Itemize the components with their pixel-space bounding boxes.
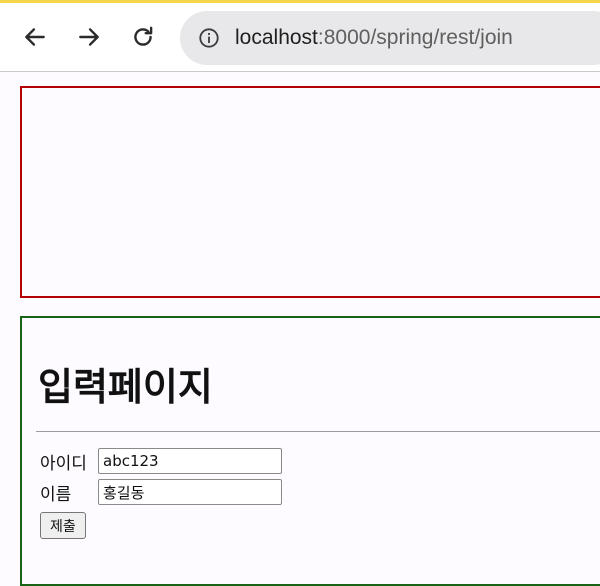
url-path: :8000/spring/rest/join [317, 26, 513, 49]
forward-arrow-icon [79, 28, 99, 46]
name-label: 이름 [40, 484, 72, 505]
top-frame-box [20, 86, 600, 298]
id-row: 아이디 [40, 448, 282, 474]
submit-button[interactable]: 제출 [40, 512, 86, 539]
name-row: 이름 [40, 479, 282, 505]
back-arrow-icon [25, 28, 45, 46]
id-label: 아이디 [40, 453, 87, 474]
reload-icon [134, 26, 153, 46]
address-bar[interactable]: localhost:8000/spring/rest/join [180, 11, 600, 65]
id-input[interactable] [98, 448, 282, 474]
name-input[interactable] [98, 479, 282, 505]
page-content: 입력페이지 아이디 이름 제출 [0, 72, 600, 586]
info-icon [199, 28, 219, 48]
reload-button[interactable] [126, 20, 160, 54]
forward-button[interactable] [72, 20, 106, 54]
site-info-button[interactable] [197, 26, 221, 50]
form-frame-box: 입력페이지 아이디 이름 제출 [20, 316, 600, 586]
divider [36, 431, 600, 432]
page-title: 입력페이지 [38, 365, 213, 409]
browser-toolbar: localhost:8000/spring/rest/join [0, 3, 600, 72]
url-text: localhost:8000/spring/rest/join [235, 26, 513, 50]
url-host: localhost [235, 26, 318, 49]
back-button[interactable] [18, 20, 52, 54]
